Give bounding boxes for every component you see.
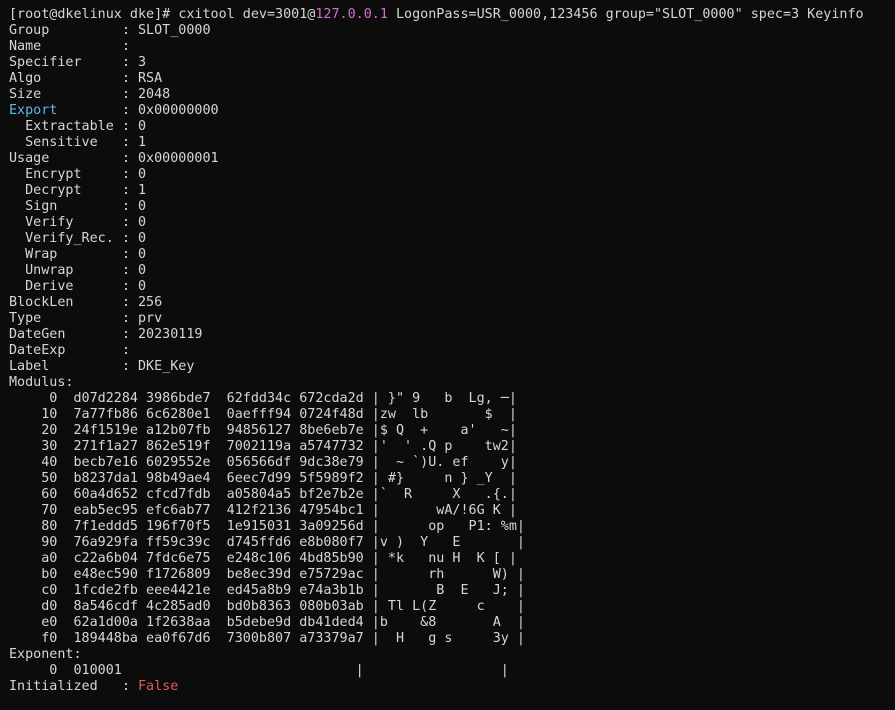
modulus-row: 70 eab5ec95 efc6ab77 412f2136 47954bc1 |… xyxy=(9,503,517,518)
modulus-row: 40 becb7e16 6029552e 056566df 9dc38e79 |… xyxy=(9,455,517,470)
field-derive: Derive : 0 xyxy=(9,279,147,294)
field-unwrap: Unwrap : 0 xyxy=(9,263,147,278)
field-size: Size : 2048 xyxy=(9,87,171,102)
modulus-row: 50 b8237da1 98b49ae4 6eec7d99 5f5989f2 |… xyxy=(9,471,517,486)
modulus-row: f0 189448ba ea0f67d6 7300b807 a73379a7 |… xyxy=(9,631,525,646)
field-name: Name : xyxy=(9,39,130,54)
initialized-label: Initialized : xyxy=(9,679,138,694)
field-usage: Usage : 0x00000001 xyxy=(9,151,219,166)
modulus-row: a0 c22a6b04 7fdc6e75 e248c106 4bd85b90 |… xyxy=(9,551,517,566)
field-encrypt: Encrypt : 0 xyxy=(9,167,147,182)
exponent-row: 0 010001 | | xyxy=(9,663,509,678)
export-label: Export xyxy=(9,103,58,118)
field-verify-rec: Verify_Rec. : 0 xyxy=(9,231,147,246)
field-type: Type : prv xyxy=(9,311,163,326)
modulus-row: e0 62a1d00a 1f2638aa b5debe9d db41ded4 |… xyxy=(9,615,525,630)
modulus-row: 10 7a77fb86 6c6280e1 0aefff94 0724f48d |… xyxy=(9,407,517,422)
export-value: : 0x00000000 xyxy=(57,103,219,118)
modulus-row: 80 7f1eddd5 196f70f5 1e915031 3a09256d |… xyxy=(9,519,525,534)
modulus-row: 30 271f1a27 862e519f 7002119a a5747732 |… xyxy=(9,439,517,454)
field-algo: Algo : RSA xyxy=(9,71,163,86)
modulus-row: c0 1fcde2fb eee4421e ed45a8b9 e74a3b1b |… xyxy=(9,583,525,598)
field-specifier: Specifier : 3 xyxy=(9,55,147,70)
field-extractable: Extractable : 0 xyxy=(9,119,147,134)
field-decrypt: Decrypt : 1 xyxy=(9,183,147,198)
field-dategen: DateGen : 20230119 xyxy=(9,327,203,342)
initialized-value: False xyxy=(138,679,179,694)
command-args: LogonPass=USR_0000,123456 group="SLOT_00… xyxy=(387,7,864,22)
modulus-row: 0 d07d2284 3986bde7 62fdd34c 672cda2d | … xyxy=(9,391,517,406)
terminal-window[interactable]: [root@dkelinux dke]# cxitool dev=3001@12… xyxy=(0,0,895,710)
field-verify: Verify : 0 xyxy=(9,215,147,230)
field-export: Export : 0x00000000 xyxy=(9,103,895,119)
modulus-row: d0 8a546cdf 4c285ad0 bd0b8363 080b03ab |… xyxy=(9,599,525,614)
modulus-heading: Modulus: xyxy=(9,375,74,390)
modulus-row: b0 e48ec590 f1726809 be8ec39d e75729ac |… xyxy=(9,567,525,582)
field-initialized: Initialized : False xyxy=(9,679,895,695)
field-blocklen: BlockLen : 256 xyxy=(9,295,163,310)
field-sensitive: Sensitive : 1 xyxy=(9,135,147,150)
command-line: [root@dkelinux dke]# cxitool dev=3001@12… xyxy=(9,7,895,23)
modulus-row: 20 24f1519e a12b07fb 94856127 8be6eb7e |… xyxy=(9,423,517,438)
command-ip: 127.0.0.1 xyxy=(315,7,388,22)
exponent-heading: Exponent: xyxy=(9,647,82,662)
modulus-row: 60 60a4d652 cfcd7fdb a05804a5 bf2e7b2e |… xyxy=(9,487,517,502)
field-sign: Sign : 0 xyxy=(9,199,147,214)
modulus-row: 90 76a929fa ff59c39c d745ffd6 e8b080f7 |… xyxy=(9,535,525,550)
command-text: cxitool dev=3001@ xyxy=(178,7,316,22)
field-label: Label : DKE_Key xyxy=(9,359,195,374)
shell-prompt: [root@dkelinux dke]# xyxy=(9,7,179,22)
field-group: Group : SLOT_0000 xyxy=(9,23,211,38)
field-wrap: Wrap : 0 xyxy=(9,247,147,262)
field-dateexp: DateExp : xyxy=(9,343,130,358)
